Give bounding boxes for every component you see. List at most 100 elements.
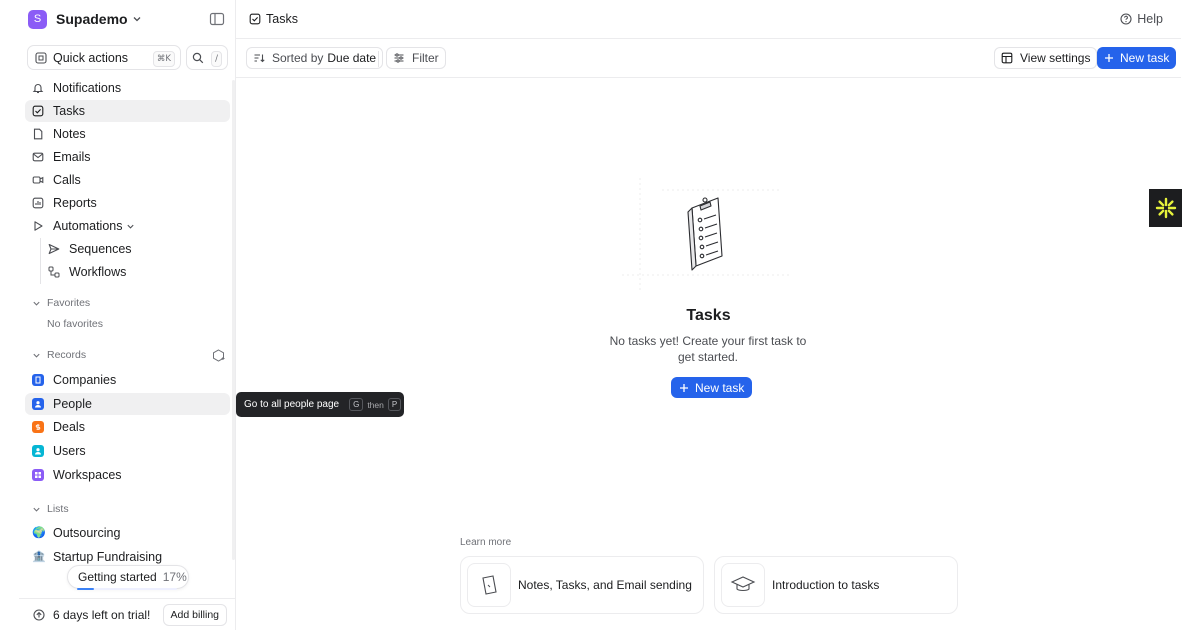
sidebar-scrollbar[interactable]	[232, 80, 235, 560]
new-task-button[interactable]: New task	[1097, 47, 1177, 69]
records-section-header[interactable]: Records	[32, 348, 86, 362]
quick-actions-button[interactable]: Quick actions ⌘K	[27, 45, 181, 70]
view-settings-button[interactable]: View settings	[994, 47, 1098, 69]
tooltip-then: then	[367, 399, 384, 410]
toolbar-divider	[378, 51, 379, 67]
sidebar-item-label: Startup Fundraising	[53, 550, 163, 564]
empty-state-cta-label: New task	[695, 380, 745, 395]
trial-text: 6 days left on trial!	[53, 607, 151, 622]
filter-button[interactable]: Filter	[386, 47, 446, 69]
clipboard-illustration-icon	[622, 178, 792, 290]
main-content: Tasks Help Sorted by Due date Filter Vie…	[236, 0, 1181, 630]
sidebar-item-companies[interactable]: Companies	[25, 369, 230, 391]
people-tooltip: Go to all people page G then P	[236, 392, 404, 417]
sidebar-item-label: Notifications	[53, 81, 122, 95]
sidebar-item-label: Emails	[53, 150, 91, 164]
sidebar-item-label: Deals	[53, 420, 85, 434]
chevron-down-icon	[133, 17, 141, 22]
sidebar-item-automations[interactable]: Automations	[25, 215, 230, 237]
arrow-up-circle-icon	[33, 608, 45, 621]
learn-card-thumb	[467, 563, 511, 607]
frame-right	[1181, 0, 1200, 630]
chevron-down-icon	[33, 301, 40, 306]
mail-icon	[32, 152, 44, 162]
tooltip-text: Go to all people page	[244, 399, 340, 410]
page-title: Tasks	[249, 12, 298, 26]
sidebar-item-users[interactable]: Users	[25, 440, 230, 462]
sidebar-toggle-icon[interactable]	[209, 11, 225, 27]
empty-state-title: Tasks	[686, 307, 731, 324]
search-button[interactable]: /	[186, 45, 228, 70]
sparkle-icon	[1155, 197, 1176, 219]
getting-started-button[interactable]: Getting started 17%	[67, 565, 189, 589]
tooltip-key-p: P	[387, 398, 402, 411]
lists-section-header[interactable]: Lists	[32, 502, 69, 516]
workspace-switcher[interactable]: S Supademo	[28, 9, 142, 29]
sidebar-item-label: Tasks	[53, 104, 85, 118]
favorites-section-header[interactable]: Favorites	[32, 296, 90, 310]
plus-icon	[1105, 54, 1113, 62]
add-object-icon[interactable]	[212, 349, 225, 362]
sidebar-item-label: Automations	[53, 219, 123, 233]
sort-button[interactable]: Sorted by Due date	[246, 47, 384, 69]
learn-card-intro-tasks[interactable]: Introduction to tasks	[714, 556, 958, 614]
new-task-label: New task	[1120, 51, 1170, 65]
empty-state-description: No tasks yet! Create your first task to …	[609, 334, 807, 364]
records-title: Records	[47, 349, 87, 361]
sidebar-item-reports[interactable]: Reports	[25, 192, 230, 214]
sidebar-item-workflows[interactable]: Workflows	[41, 261, 230, 283]
quick-actions-label: Quick actions	[53, 50, 129, 65]
sidebar-item-label: Users	[53, 444, 86, 458]
frame-left	[0, 0, 19, 630]
dollar-icon	[32, 421, 44, 433]
send-icon	[48, 243, 60, 255]
sidebar-item-outsourcing[interactable]: 🌍 Outsourcing	[25, 522, 230, 544]
learn-card-label: Introduction to tasks	[772, 578, 880, 592]
trial-bar: 6 days left on trial! Add billing	[19, 598, 235, 630]
learn-card-thumb	[721, 563, 765, 607]
floating-widget[interactable]	[1149, 189, 1182, 227]
chevron-down-icon	[33, 507, 40, 512]
help-label: Help	[1137, 12, 1163, 26]
note-icon	[33, 128, 43, 140]
command-icon	[35, 51, 47, 64]
learn-more-title: Learn more	[460, 537, 512, 548]
tooltip-key-g: G	[349, 398, 364, 411]
sidebar-item-calls[interactable]: Calls	[25, 169, 230, 191]
sidebar-item-workspaces[interactable]: Workspaces	[25, 464, 230, 486]
lists-title: Lists	[47, 503, 69, 515]
sidebar-item-notifications[interactable]: Notifications	[25, 77, 230, 99]
sort-value: Due date	[327, 51, 377, 65]
sidebar-item-label: Companies	[53, 373, 117, 387]
chevron-down-icon	[33, 353, 40, 358]
getting-started-progress-fill	[77, 588, 94, 590]
sidebar-item-label: People	[53, 397, 92, 411]
sidebar-item-label: Workflows	[69, 265, 127, 279]
sidebar-item-sequences[interactable]: Sequences	[41, 238, 230, 260]
help-button[interactable]: Help	[1120, 12, 1163, 26]
chart-icon	[32, 197, 44, 209]
toolbar: Sorted by Due date Filter View settings …	[236, 39, 1181, 78]
sidebar-item-label: Workspaces	[53, 468, 122, 482]
person-icon	[32, 398, 44, 410]
learn-card-notes-tasks-email[interactable]: Notes, Tasks, and Email sending	[460, 556, 704, 614]
page-title-text: Tasks	[266, 12, 298, 26]
sidebar-item-people[interactable]: People	[25, 393, 230, 415]
graduation-cap-icon	[730, 576, 756, 592]
add-billing-button[interactable]: Add billing	[162, 604, 227, 626]
learn-card-label: Notes, Tasks, and Email sending	[518, 578, 692, 592]
sidebar-item-tasks[interactable]: Tasks	[25, 100, 230, 122]
workspace-logo: S	[28, 9, 47, 29]
sidebar-item-label: Sequences	[69, 242, 132, 256]
sidebar-item-label: Notes	[53, 127, 86, 141]
user-icon	[32, 445, 44, 457]
play-icon	[34, 221, 43, 231]
sidebar-item-deals[interactable]: Deals	[25, 416, 230, 438]
filter-label: Filter	[412, 51, 439, 65]
empty-state-new-task-button[interactable]: New task	[671, 377, 753, 398]
sidebar-item-emails[interactable]: Emails	[25, 146, 230, 168]
bell-icon	[32, 84, 44, 94]
getting-started-percent: 17%	[162, 570, 187, 584]
sidebar-item-notes[interactable]: Notes	[25, 123, 230, 145]
help-icon	[1120, 13, 1132, 25]
